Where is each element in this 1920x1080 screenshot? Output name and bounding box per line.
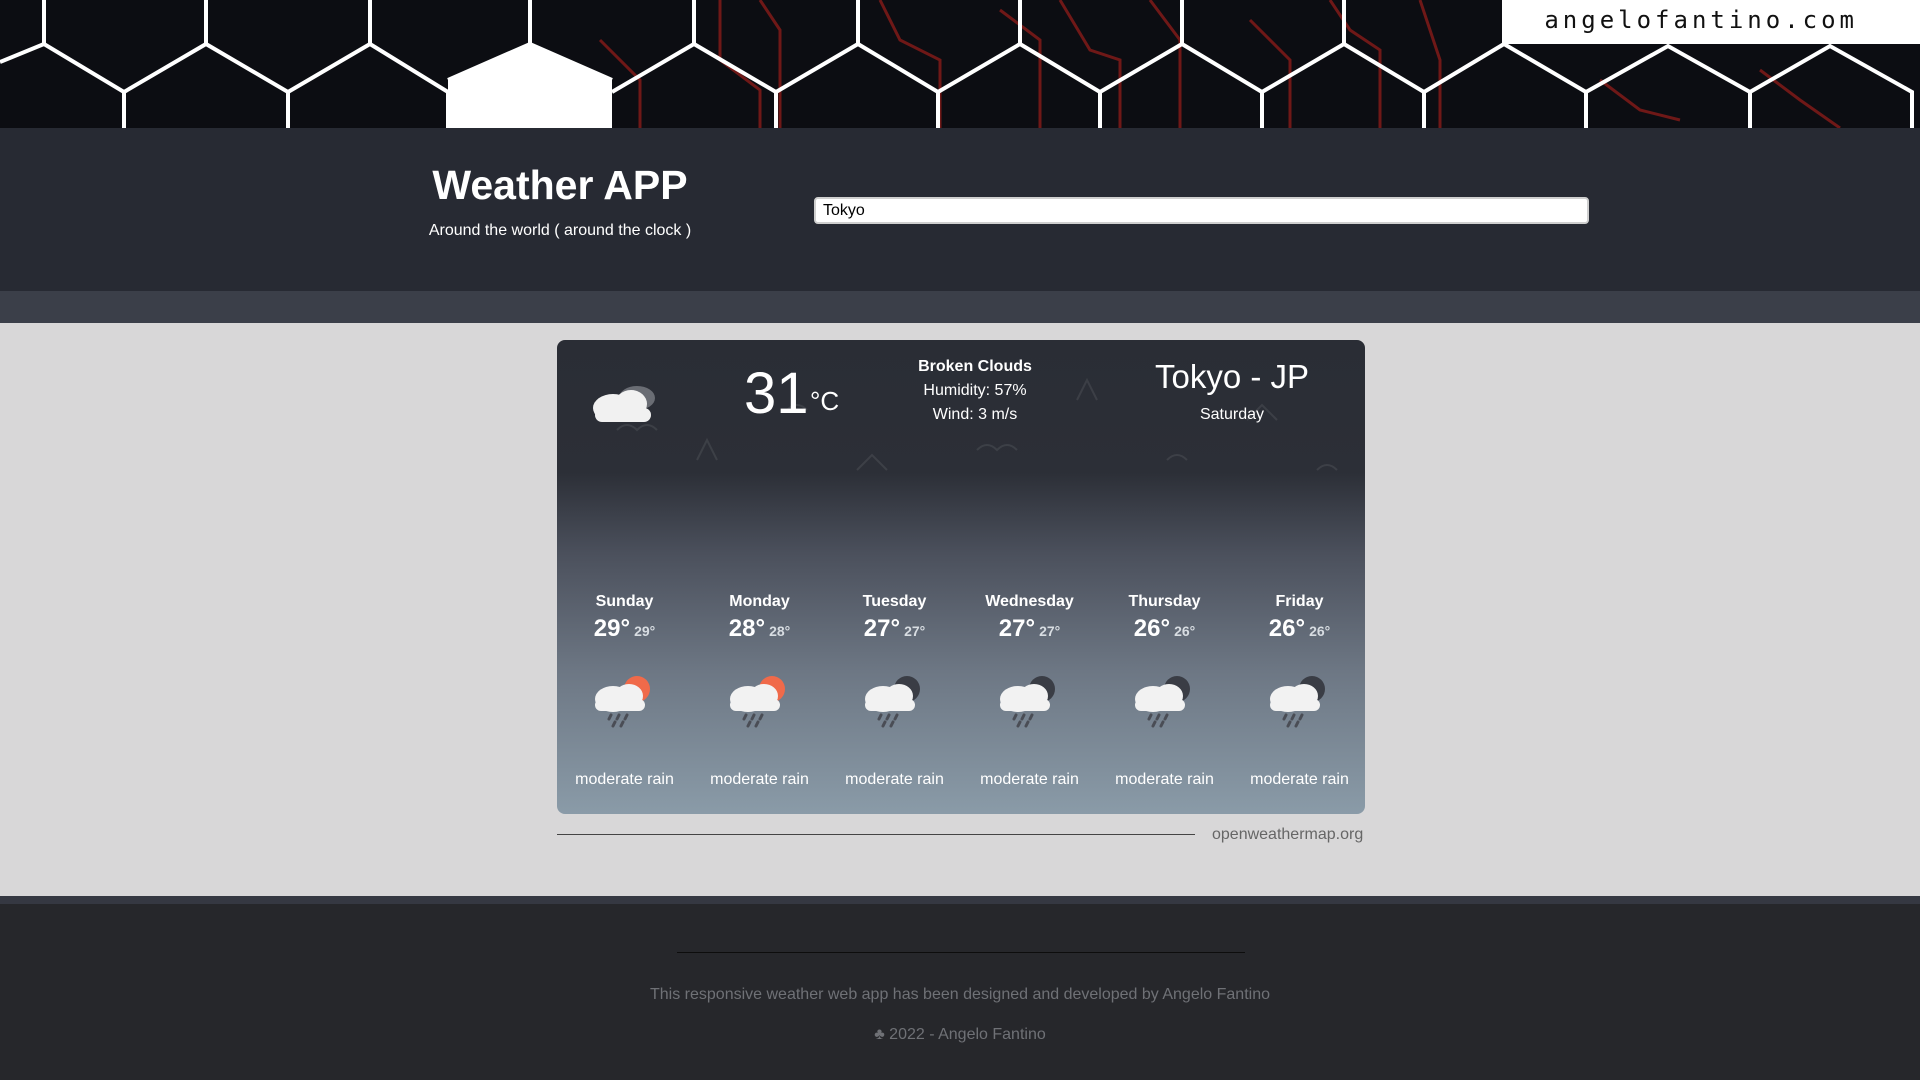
rain-night-icon (1135, 676, 1190, 728)
current-day: Saturday (1199, 406, 1265, 423)
forecast-max: 29° (593, 615, 631, 642)
forecast-temps: 27° 27° (827, 615, 962, 643)
page-footer: This responsive weather web app has been… (0, 896, 1920, 1080)
forecast-max: 26° (1133, 615, 1171, 642)
rain-day-icon (595, 676, 650, 728)
credit-divider (557, 834, 1195, 835)
forecast-max: 27° (863, 615, 901, 642)
forecast-description: moderate rain (575, 771, 674, 788)
forecast-temps: 26° 26° (1232, 615, 1365, 643)
forecast-max: 27° (998, 615, 1036, 642)
footer-divider (677, 952, 1245, 953)
rain-night-icon (865, 676, 920, 728)
forecast-day-name: Wednesday (985, 593, 1074, 610)
top-banner: angelofantino.com (0, 0, 1920, 128)
forecast-temps: 27° 27° (962, 615, 1097, 643)
broken-clouds-icon (593, 386, 655, 422)
rain-night-icon (1000, 676, 1055, 728)
forecast-min: 27° (1039, 623, 1061, 639)
rain-day-icon (730, 676, 785, 728)
forecast-min: 29° (634, 623, 656, 639)
forecast-description: moderate rain (1115, 771, 1214, 788)
forecast-day-name: Sunday (595, 593, 654, 610)
forecast-max: 26° (1268, 615, 1306, 642)
forecast-day-name: Thursday (1128, 593, 1201, 610)
forecast-temps: 28° 28° (692, 615, 827, 643)
forecast-list: Sunday 29° 29° moderate rain Monday 28° 28… (557, 593, 1365, 793)
forecast-day-name: Monday (729, 593, 790, 610)
temperature-unit: °C (810, 386, 840, 416)
forecast-description: moderate rain (980, 771, 1079, 788)
brand-box: angelofantino.com (1504, 0, 1920, 44)
current-humidity: Humidity: 57% (923, 382, 1027, 399)
forecast-temps: 26° 26° (1097, 615, 1232, 643)
app-header: Weather APP Around the world ( around th… (0, 128, 1920, 291)
weather-card: 31 °C Broken Clouds Humidity: 57% Wind: … (557, 340, 1365, 814)
forecast-description: moderate rain (1250, 771, 1349, 788)
forecast-temps: 29° 29° (557, 615, 692, 643)
forecast-day-name: Tuesday (862, 593, 927, 610)
forecast-max: 28° (728, 615, 766, 642)
forecast-description: moderate rain (845, 771, 944, 788)
rain-night-icon (1270, 676, 1325, 728)
forecast-min: 27° (904, 623, 926, 639)
footer-description: This responsive weather web app has been… (650, 986, 1270, 1003)
forecast-min: 28° (769, 623, 791, 639)
data-source-link[interactable]: openweathermap.org (1212, 826, 1363, 844)
current-temperature: 31 (744, 361, 809, 426)
forecast-min: 26° (1309, 623, 1331, 639)
forecast-day-name: Friday (1275, 593, 1324, 610)
page-subtitle: Around the world ( around the clock ) (428, 222, 692, 239)
site-brand[interactable]: angelofantino.com (1544, 6, 1858, 34)
current-condition: Broken Clouds (918, 358, 1032, 375)
header-subbar (0, 291, 1920, 323)
forecast-description: moderate rain (710, 771, 809, 788)
page-title: Weather APP (432, 162, 688, 208)
current-wind: Wind: 3 m/s (932, 406, 1018, 423)
city-name: Tokyo - JP (1154, 358, 1310, 395)
footer-copyright: ♣ 2022 - Angelo Fantino (874, 1026, 1046, 1043)
forecast-min: 26° (1174, 623, 1196, 639)
city-search-input[interactable] (814, 197, 1589, 224)
